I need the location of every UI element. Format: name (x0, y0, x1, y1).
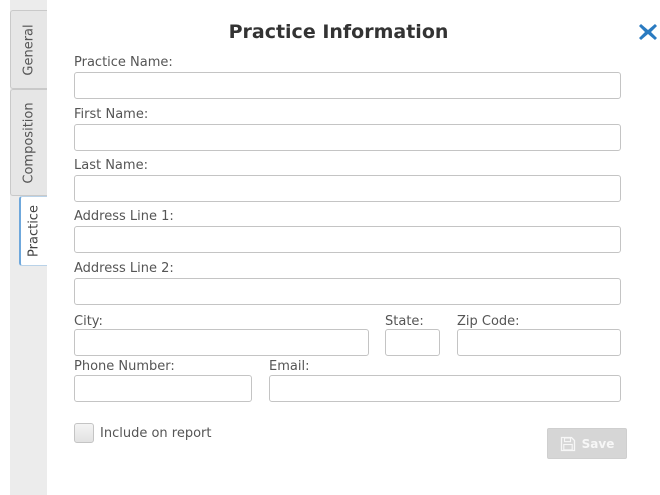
first-name-label: First Name: (74, 107, 149, 122)
first-name-input[interactable] (74, 124, 621, 151)
close-icon[interactable] (636, 20, 660, 44)
practice-information-dialog: General Composition Practice Practice In… (0, 0, 660, 495)
city-label: City: (74, 314, 103, 329)
state-label: State: (385, 314, 424, 329)
phone-number-label: Phone Number: (74, 359, 175, 374)
zip-code-input[interactable] (457, 329, 621, 356)
save-button[interactable]: Save (547, 428, 627, 459)
tab-practice-label: Practice (26, 205, 42, 257)
state-input[interactable] (385, 329, 440, 356)
address-line-2-input[interactable] (74, 278, 621, 305)
save-button-label: Save (581, 436, 615, 451)
last-name-input[interactable] (74, 175, 621, 202)
tab-practice[interactable]: Practice (19, 196, 47, 266)
email-input[interactable] (269, 375, 621, 402)
zip-code-label: Zip Code: (457, 314, 520, 329)
floppy-disk-icon (560, 436, 575, 451)
include-on-report-checkbox[interactable] (74, 423, 94, 443)
tab-composition-label: Composition (21, 101, 37, 184)
phone-number-input[interactable] (74, 375, 252, 402)
include-on-report-label: Include on report (100, 426, 212, 441)
tab-composition[interactable]: Composition (10, 89, 47, 196)
address-line-1-input[interactable] (74, 226, 621, 253)
address-line-2-label: Address Line 2: (74, 261, 174, 276)
last-name-label: Last Name: (74, 158, 148, 173)
practice-name-label: Practice Name: (74, 55, 173, 70)
page-title: Practice Information (228, 21, 449, 43)
city-input[interactable] (74, 329, 369, 356)
address-line-1-label: Address Line 1: (74, 209, 174, 224)
practice-name-input[interactable] (74, 72, 621, 99)
email-label: Email: (269, 359, 310, 374)
